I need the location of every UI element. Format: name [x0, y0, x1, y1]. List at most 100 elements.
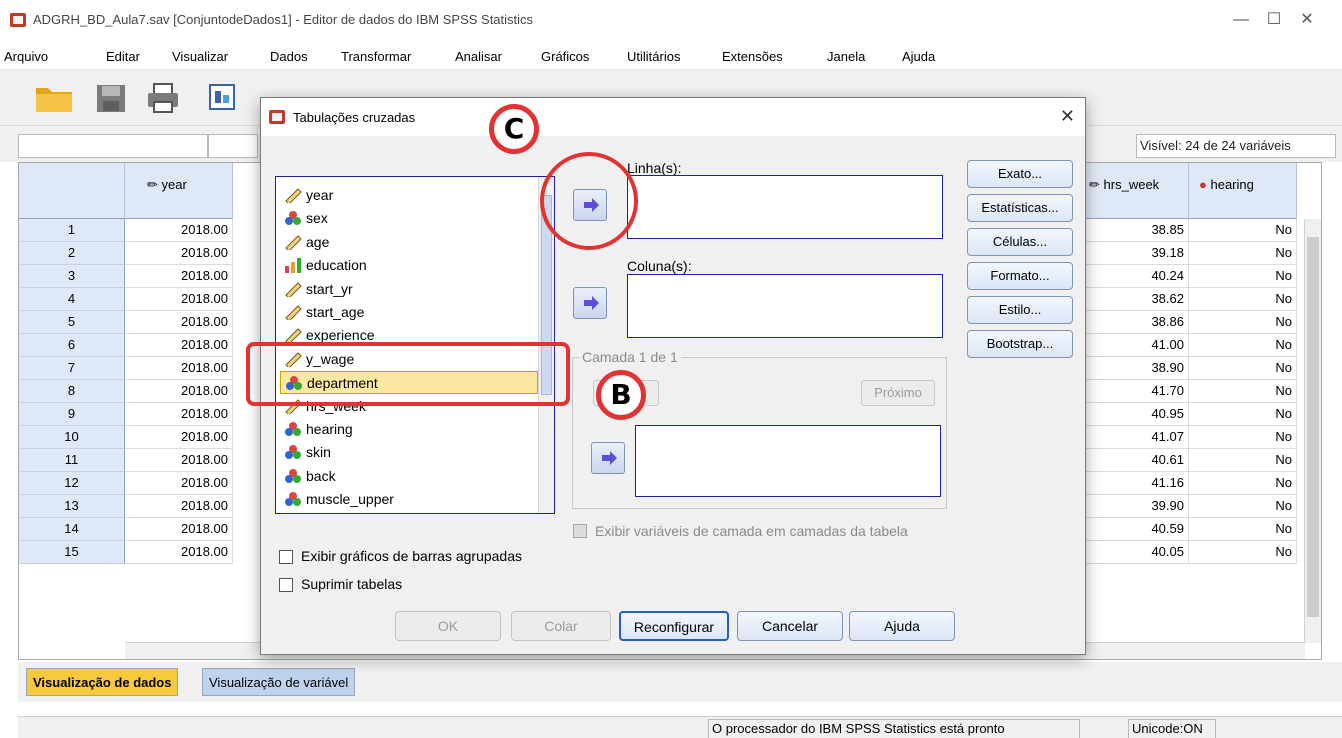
statistics-button[interactable]: Estatísticas... — [967, 194, 1073, 222]
maximize-icon[interactable]: ☐ — [1259, 8, 1289, 32]
variable-item-age[interactable]: age — [280, 231, 538, 254]
variable-item-year[interactable]: year — [280, 184, 538, 207]
dialog-recall-icon[interactable] — [208, 82, 238, 114]
menu-arquivo[interactable]: Arquivo — [4, 49, 48, 64]
cell-hrs-week[interactable]: 39.90 — [1081, 495, 1189, 518]
show-layer-checkbox[interactable] — [573, 524, 587, 538]
column-header-hearing[interactable]: ● hearing — [1189, 163, 1297, 219]
rows-target-list[interactable] — [627, 175, 943, 239]
variable-item-skin[interactable]: skin — [280, 441, 538, 464]
grid-corner[interactable] — [19, 163, 125, 219]
row-number[interactable]: 1 — [19, 219, 125, 242]
cell-value-field[interactable] — [208, 134, 258, 158]
cell-hearing[interactable]: No — [1189, 518, 1297, 541]
menu-ajuda[interactable]: Ajuda — [902, 49, 935, 64]
reset-button[interactable]: Reconfigurar — [619, 611, 729, 641]
variable-item-sex[interactable]: sex — [280, 207, 538, 230]
ok-button[interactable]: OK — [395, 611, 501, 641]
cell-year[interactable]: 2018.00 — [125, 518, 233, 541]
cell-year[interactable]: 2018.00 — [125, 403, 233, 426]
vertical-scrollbar[interactable] — [1304, 219, 1321, 643]
open-folder-icon[interactable] — [34, 82, 74, 114]
minimize-icon[interactable]: — — [1226, 8, 1256, 32]
format-button[interactable]: Formato... — [967, 262, 1073, 290]
cell-reference-field[interactable] — [18, 134, 208, 158]
cell-year[interactable]: 2018.00 — [125, 265, 233, 288]
tab-data-view[interactable]: Visualização de dados — [26, 668, 179, 696]
suppress-tables-checkbox[interactable] — [279, 578, 293, 592]
row-number[interactable]: 7 — [19, 357, 125, 380]
cell-hearing[interactable]: No — [1189, 311, 1297, 334]
cell-hrs-week[interactable]: 41.70 — [1081, 380, 1189, 403]
variable-item-education[interactable]: education — [280, 254, 538, 277]
help-button[interactable]: Ajuda — [849, 611, 955, 641]
cell-year[interactable]: 2018.00 — [125, 334, 233, 357]
cells-button[interactable]: Células... — [967, 228, 1073, 256]
cancel-button[interactable]: Cancelar — [737, 611, 843, 641]
cell-hearing[interactable]: No — [1189, 426, 1297, 449]
tab-variable-view[interactable]: Visualização de variável — [202, 668, 356, 696]
menu-dados[interactable]: Dados — [270, 49, 308, 64]
close-icon[interactable]: ✕ — [1292, 8, 1322, 32]
row-number[interactable]: 12 — [19, 472, 125, 495]
variable-item-start-age[interactable]: start_age — [280, 301, 538, 324]
layer-target-list[interactable] — [635, 425, 941, 497]
column-header-hrs-week[interactable]: ✏ hrs_week — [1081, 163, 1189, 219]
move-to-layer-button[interactable] — [591, 442, 625, 474]
scroll-thumb[interactable] — [1307, 237, 1319, 617]
next-layer-button[interactable]: Próximo — [861, 380, 935, 406]
row-number[interactable]: 9 — [19, 403, 125, 426]
cell-hrs-week[interactable]: 39.18 — [1081, 242, 1189, 265]
variable-item-muscle-upper[interactable]: muscle_upper — [280, 488, 538, 511]
cell-year[interactable]: 2018.00 — [125, 380, 233, 403]
variable-item-hearing[interactable]: hearing — [280, 418, 538, 441]
style-button[interactable]: Estilo... — [967, 296, 1073, 324]
cell-year[interactable]: 2018.00 — [125, 472, 233, 495]
cell-hearing[interactable]: No — [1189, 242, 1297, 265]
cell-hrs-week[interactable]: 41.16 — [1081, 472, 1189, 495]
cell-hrs-week[interactable]: 38.85 — [1081, 219, 1189, 242]
cell-hrs-week[interactable]: 40.24 — [1081, 265, 1189, 288]
cell-year[interactable]: 2018.00 — [125, 426, 233, 449]
cell-hearing[interactable]: No — [1189, 265, 1297, 288]
cell-hearing[interactable]: No — [1189, 288, 1297, 311]
row-number[interactable]: 5 — [19, 311, 125, 334]
dialog-close-icon[interactable]: ✕ — [1060, 106, 1075, 127]
cell-year[interactable]: 2018.00 — [125, 449, 233, 472]
menu-visualizar[interactable]: Visualizar — [172, 49, 228, 64]
row-number[interactable]: 14 — [19, 518, 125, 541]
row-number[interactable]: 13 — [19, 495, 125, 518]
cell-hearing[interactable]: No — [1189, 334, 1297, 357]
clustered-bar-checkbox[interactable] — [279, 550, 293, 564]
menu-janela[interactable]: Janela — [827, 49, 865, 64]
row-number[interactable]: 8 — [19, 380, 125, 403]
cell-hrs-week[interactable]: 38.62 — [1081, 288, 1189, 311]
cell-hrs-week[interactable]: 40.95 — [1081, 403, 1189, 426]
menu-graficos[interactable]: Gráficos — [541, 49, 589, 64]
cell-year[interactable]: 2018.00 — [125, 495, 233, 518]
cell-year[interactable]: 2018.00 — [125, 311, 233, 334]
save-icon[interactable] — [94, 82, 128, 114]
cell-hearing[interactable]: No — [1189, 541, 1297, 564]
cell-hearing[interactable]: No — [1189, 380, 1297, 403]
row-number[interactable]: 10 — [19, 426, 125, 449]
cell-hearing[interactable]: No — [1189, 449, 1297, 472]
menu-utilitarios[interactable]: Utilitários — [627, 49, 680, 64]
cell-year[interactable]: 2018.00 — [125, 288, 233, 311]
row-number[interactable]: 3 — [19, 265, 125, 288]
columns-target-list[interactable] — [627, 274, 943, 338]
cell-year[interactable]: 2018.00 — [125, 242, 233, 265]
cell-hrs-week[interactable]: 40.61 — [1081, 449, 1189, 472]
cell-year[interactable]: 2018.00 — [125, 541, 233, 564]
print-icon[interactable] — [146, 82, 180, 114]
cell-hrs-week[interactable]: 38.86 — [1081, 311, 1189, 334]
menu-analisar[interactable]: Analisar — [455, 49, 502, 64]
bootstrap-button[interactable]: Bootstrap... — [967, 330, 1073, 358]
move-to-columns-button[interactable] — [573, 287, 607, 319]
cell-hearing[interactable]: No — [1189, 219, 1297, 242]
row-number[interactable]: 4 — [19, 288, 125, 311]
variable-item-back[interactable]: back — [280, 465, 538, 488]
row-number[interactable]: 11 — [19, 449, 125, 472]
cell-hearing[interactable]: No — [1189, 472, 1297, 495]
menu-transformar[interactable]: Transformar — [341, 49, 411, 64]
